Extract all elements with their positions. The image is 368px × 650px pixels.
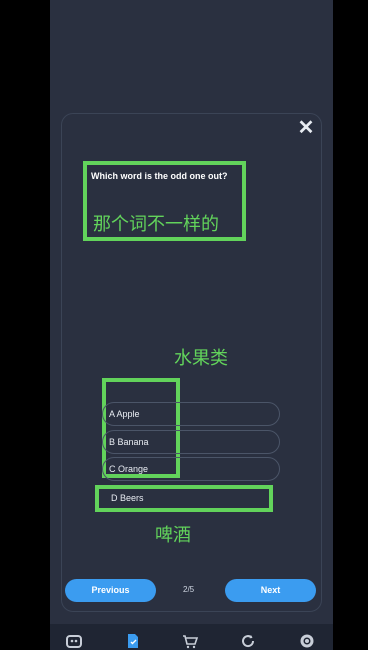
refresh-icon[interactable] [239, 632, 257, 650]
beer-annotation: 啤酒 [155, 525, 191, 545]
next-button[interactable]: Next [225, 579, 316, 602]
robot-icon[interactable] [65, 632, 83, 650]
previous-button[interactable]: Previous [65, 579, 156, 602]
option-d[interactable]: D Beers [95, 485, 273, 512]
question-text: Which word is the odd one out? [91, 171, 228, 181]
option-c[interactable]: C Orange [102, 457, 280, 481]
document-icon[interactable] [124, 632, 142, 650]
close-icon[interactable]: ✕ [297, 118, 315, 138]
question-annotation: 那个词不一样的 [93, 214, 219, 234]
gear-icon[interactable] [298, 632, 316, 650]
option-a[interactable]: A Apple [102, 402, 280, 426]
fruits-annotation: 水果类 [174, 348, 228, 368]
option-b[interactable]: B Banana [102, 430, 280, 454]
page-indicator: 2/5 [183, 585, 195, 594]
cart-icon[interactable] [181, 632, 199, 650]
